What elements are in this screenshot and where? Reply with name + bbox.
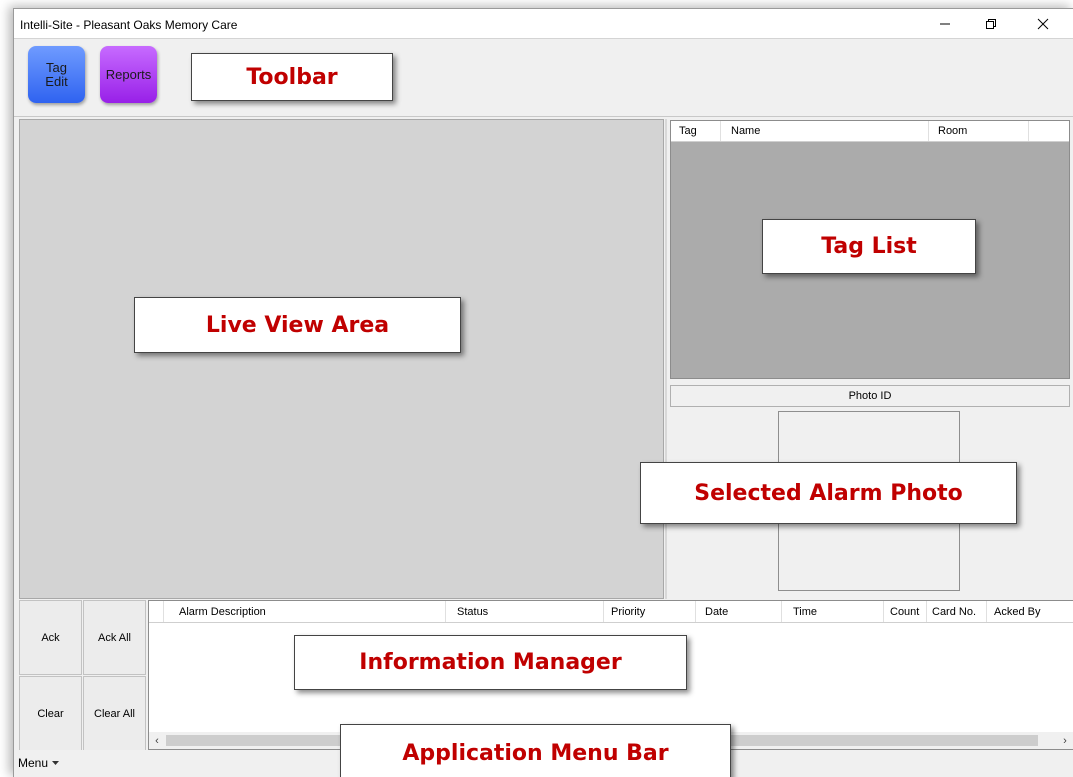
caret-down-icon: [52, 760, 60, 765]
column-header-room[interactable]: Room: [938, 125, 967, 137]
column-header-count[interactable]: Count: [890, 606, 919, 618]
minimize-button[interactable]: [922, 9, 968, 38]
ack-all-button[interactable]: Ack All: [83, 600, 146, 675]
callout-toolbar: Toolbar: [191, 53, 393, 101]
panel-splitter[interactable]: [665, 119, 667, 599]
window-title: Intelli-Site - Pleasant Oaks Memory Care: [20, 18, 238, 32]
column-header-acked-by[interactable]: Acked By: [994, 606, 1040, 618]
tag-edit-button[interactable]: Tag Edit: [28, 46, 85, 103]
restore-button[interactable]: [968, 9, 1014, 38]
photo-id-label: Photo ID: [670, 385, 1070, 407]
restore-icon: [986, 18, 996, 29]
menu-dropdown[interactable]: Menu: [18, 756, 60, 770]
reports-label: Reports: [105, 66, 152, 82]
close-icon: [1037, 18, 1049, 29]
callout-tag-list: Tag List: [762, 219, 976, 274]
scroll-left-icon[interactable]: ‹: [149, 733, 165, 748]
title-bar: Intelli-Site - Pleasant Oaks Memory Care: [14, 9, 1073, 39]
app-window: Intelli-Site - Pleasant Oaks Memory Care…: [13, 8, 1073, 777]
ack-button[interactable]: Ack: [19, 600, 82, 675]
minimize-icon: [940, 23, 950, 24]
tag-edit-label: Tag Edit: [45, 59, 68, 89]
reports-button[interactable]: Reports: [100, 46, 157, 103]
tag-list-header: Tag Name Room: [671, 121, 1069, 142]
column-header-date[interactable]: Date: [705, 606, 728, 618]
column-header-tag[interactable]: Tag: [679, 125, 697, 137]
column-header-card-no[interactable]: Card No.: [932, 606, 976, 618]
column-header-priority[interactable]: Priority: [611, 606, 645, 618]
callout-information-manager: Information Manager: [294, 635, 687, 690]
close-button[interactable]: [1020, 9, 1066, 38]
scroll-right-icon[interactable]: ›: [1057, 733, 1073, 748]
column-header-name[interactable]: Name: [731, 125, 760, 137]
column-header-status[interactable]: Status: [457, 606, 488, 618]
column-header-time[interactable]: Time: [793, 606, 817, 618]
toolbar: Tag Edit Reports: [14, 39, 1073, 117]
clear-all-button[interactable]: Clear All: [83, 676, 146, 751]
column-header-alarm-description[interactable]: Alarm Description: [179, 606, 266, 618]
callout-live-view-area: Live View Area: [134, 297, 461, 353]
info-grid-header: Alarm Description Status Priority Date T…: [149, 601, 1073, 623]
callout-selected-alarm-photo: Selected Alarm Photo: [640, 462, 1017, 524]
alarm-action-panel: Ack Ack All Clear Clear All: [19, 600, 147, 751]
callout-application-menu-bar: Application Menu Bar: [340, 724, 731, 777]
clear-button[interactable]: Clear: [19, 676, 82, 751]
live-view-area[interactable]: [19, 119, 664, 599]
